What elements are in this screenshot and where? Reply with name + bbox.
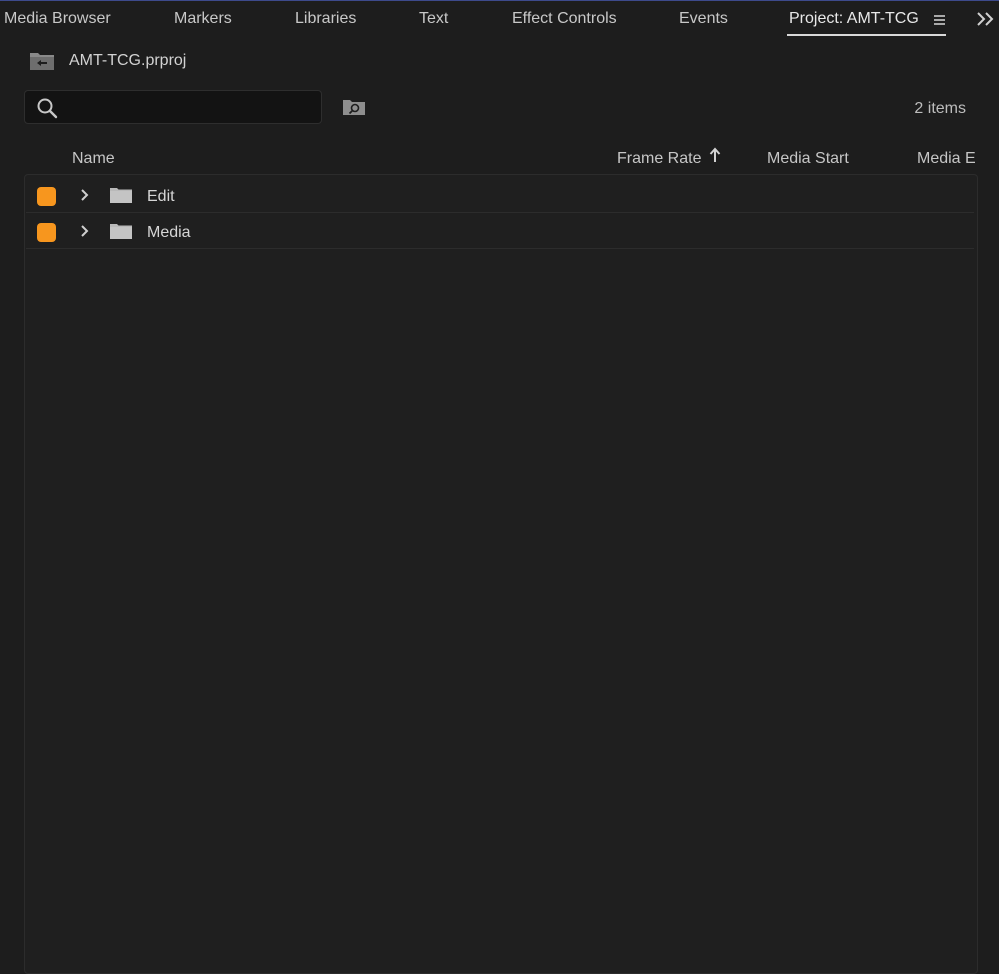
search-input[interactable] (67, 95, 321, 121)
folder-icon (110, 223, 132, 240)
column-header-name[interactable]: Name (72, 150, 115, 168)
search-box[interactable] (24, 90, 322, 124)
project-folder-icon[interactable] (29, 51, 55, 71)
tab-markers[interactable]: Markers (174, 10, 232, 28)
chevron-right-icon[interactable] (78, 187, 92, 203)
hamburger-menu-icon[interactable] (931, 12, 947, 28)
tab-libraries[interactable]: Libraries (295, 10, 356, 28)
find-in-folder-icon[interactable] (342, 98, 366, 116)
double-chevron-right-icon[interactable] (975, 10, 997, 28)
active-tab-indicator (787, 34, 946, 36)
label-color-swatch[interactable] (37, 223, 56, 242)
item-count: 2 items (914, 100, 966, 117)
list-item[interactable]: Edit (26, 177, 974, 213)
tab-media-browser[interactable]: Media Browser (4, 10, 111, 28)
project-items-list: Edit Media (24, 174, 978, 974)
tab-text[interactable]: Text (419, 10, 448, 28)
tab-events[interactable]: Events (679, 10, 728, 28)
label-color-swatch[interactable] (37, 187, 56, 206)
panel-tab-bar: Media Browser Markers Libraries Text Eff… (0, 1, 999, 37)
sort-ascending-arrow-icon[interactable] (708, 147, 722, 165)
search-icon (36, 97, 58, 119)
item-name[interactable]: Media (147, 224, 191, 242)
column-header-media-end[interactable]: Media E (917, 150, 976, 168)
list-item[interactable]: Media (26, 213, 974, 249)
folder-icon (110, 187, 132, 204)
column-header-media-start[interactable]: Media Start (767, 150, 849, 168)
tab-project[interactable]: Project: AMT-TCG (789, 10, 919, 28)
chevron-right-icon[interactable] (78, 223, 92, 239)
item-name[interactable]: Edit (147, 188, 175, 206)
tab-effect-controls[interactable]: Effect Controls (512, 10, 617, 28)
project-file-name: AMT-TCG.prproj (69, 52, 187, 69)
column-header-frame-rate[interactable]: Frame Rate (617, 150, 701, 168)
